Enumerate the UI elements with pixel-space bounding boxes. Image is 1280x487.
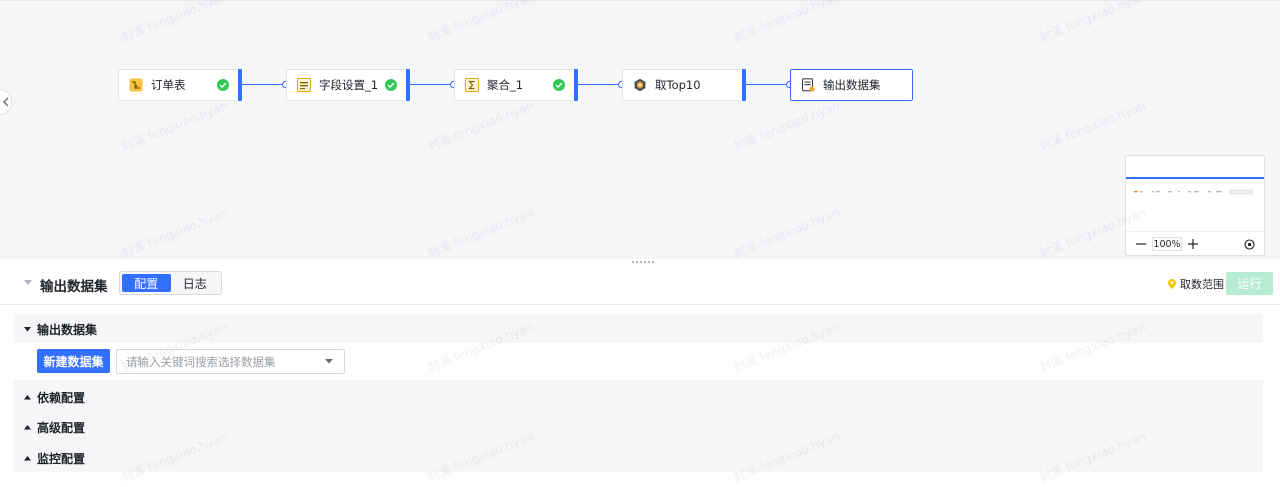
success-check-icon (217, 79, 229, 91)
dropdown-arrow-icon (325, 359, 333, 364)
section-output-dataset: 输出数据集 (14, 314, 1263, 343)
node-output-handle[interactable] (742, 69, 746, 101)
node-label: 取Top10 (655, 78, 701, 92)
section-title: 输出数据集 (37, 323, 98, 337)
panel-title: 输出数据集 (40, 279, 108, 295)
section-dependency-toggle[interactable]: 依赖配置 (24, 389, 85, 406)
node-label: 输出数据集 (823, 78, 881, 92)
data-scope-link[interactable]: 取数范围 (1168, 276, 1224, 292)
section-title: 高级配置 (37, 421, 86, 435)
flow-node-output-dataset[interactable]: 输出数据集 (790, 69, 913, 101)
zoom-controls: 100% (1134, 236, 1256, 252)
config-panel-header: 输出数据集 配置 日志 取数范围 运行 (0, 265, 1280, 305)
success-check-icon (553, 79, 565, 91)
caret-down-icon (24, 327, 31, 332)
tab-config[interactable]: 配置 (122, 274, 171, 292)
caret-up-icon (24, 456, 31, 461)
table-icon (129, 78, 143, 92)
node-label: 聚合_1 (487, 78, 524, 92)
success-check-icon (385, 79, 397, 91)
plus-icon (1188, 239, 1198, 249)
zoom-level[interactable]: 100% (1152, 237, 1182, 251)
flow-canvas[interactable]: 订单表 字段设置_1 聚合_1 取Top10 输出数据集 100% (0, 0, 1280, 259)
data-scope-label: 取数范围 (1180, 278, 1224, 291)
minimap-nodes (1134, 189, 1253, 195)
output-dataset-icon (801, 78, 815, 92)
flow-node-aggregate[interactable]: 聚合_1 (454, 69, 578, 101)
topn-icon (633, 78, 647, 92)
dataset-select-placeholder: 请输入关键词搜索选择数据集 (126, 354, 276, 369)
section-title: 监控配置 (37, 452, 86, 466)
section-advanced-toggle[interactable]: 高级配置 (24, 419, 85, 436)
minimap[interactable]: 100% (1125, 155, 1265, 256)
edge (745, 84, 790, 85)
flow-node-field-settings[interactable]: 字段设置_1 (286, 69, 410, 101)
zoom-out-button[interactable] (1134, 237, 1148, 251)
caret-up-icon (24, 425, 31, 430)
fit-view-button[interactable] (1242, 237, 1256, 251)
node-label: 订单表 (151, 78, 186, 92)
divider (1126, 231, 1264, 232)
node-output-handle[interactable] (574, 69, 578, 101)
section-output-dataset-toggle[interactable]: 输出数据集 (24, 321, 97, 338)
location-pin-icon (1168, 279, 1176, 289)
dataset-select[interactable]: 请输入关键词搜索选择数据集 (116, 349, 345, 374)
minimap-viewport[interactable] (1126, 156, 1264, 179)
flow-node-top10[interactable]: 取Top10 (622, 69, 746, 101)
edge (241, 84, 286, 85)
new-dataset-button[interactable]: 新建数据集 (37, 349, 110, 373)
run-button[interactable]: 运行 (1226, 272, 1273, 295)
section-title: 依赖配置 (37, 391, 86, 405)
edge (409, 84, 454, 85)
tab-log[interactable]: 日志 (171, 274, 220, 292)
node-output-handle[interactable] (238, 69, 242, 101)
flow-node-order-table[interactable]: 订单表 (118, 69, 242, 101)
collapse-sidebar-button[interactable] (0, 89, 12, 115)
zoom-in-button[interactable] (1186, 237, 1200, 251)
node-output-handle[interactable] (406, 69, 410, 101)
chevron-left-icon (2, 97, 8, 107)
caret-up-icon (24, 395, 31, 400)
target-icon (1243, 238, 1255, 250)
minus-icon (1136, 243, 1146, 245)
section-monitor-toggle[interactable]: 监控配置 (24, 450, 85, 467)
panel-tabs: 配置 日志 (119, 271, 222, 295)
field-settings-icon (297, 78, 311, 92)
edge (577, 84, 622, 85)
aggregate-icon (465, 78, 479, 92)
collapsed-sections: 依赖配置 高级配置 监控配置 (14, 380, 1263, 472)
node-label: 字段设置_1 (319, 78, 379, 92)
caret-down-icon[interactable] (24, 280, 32, 286)
